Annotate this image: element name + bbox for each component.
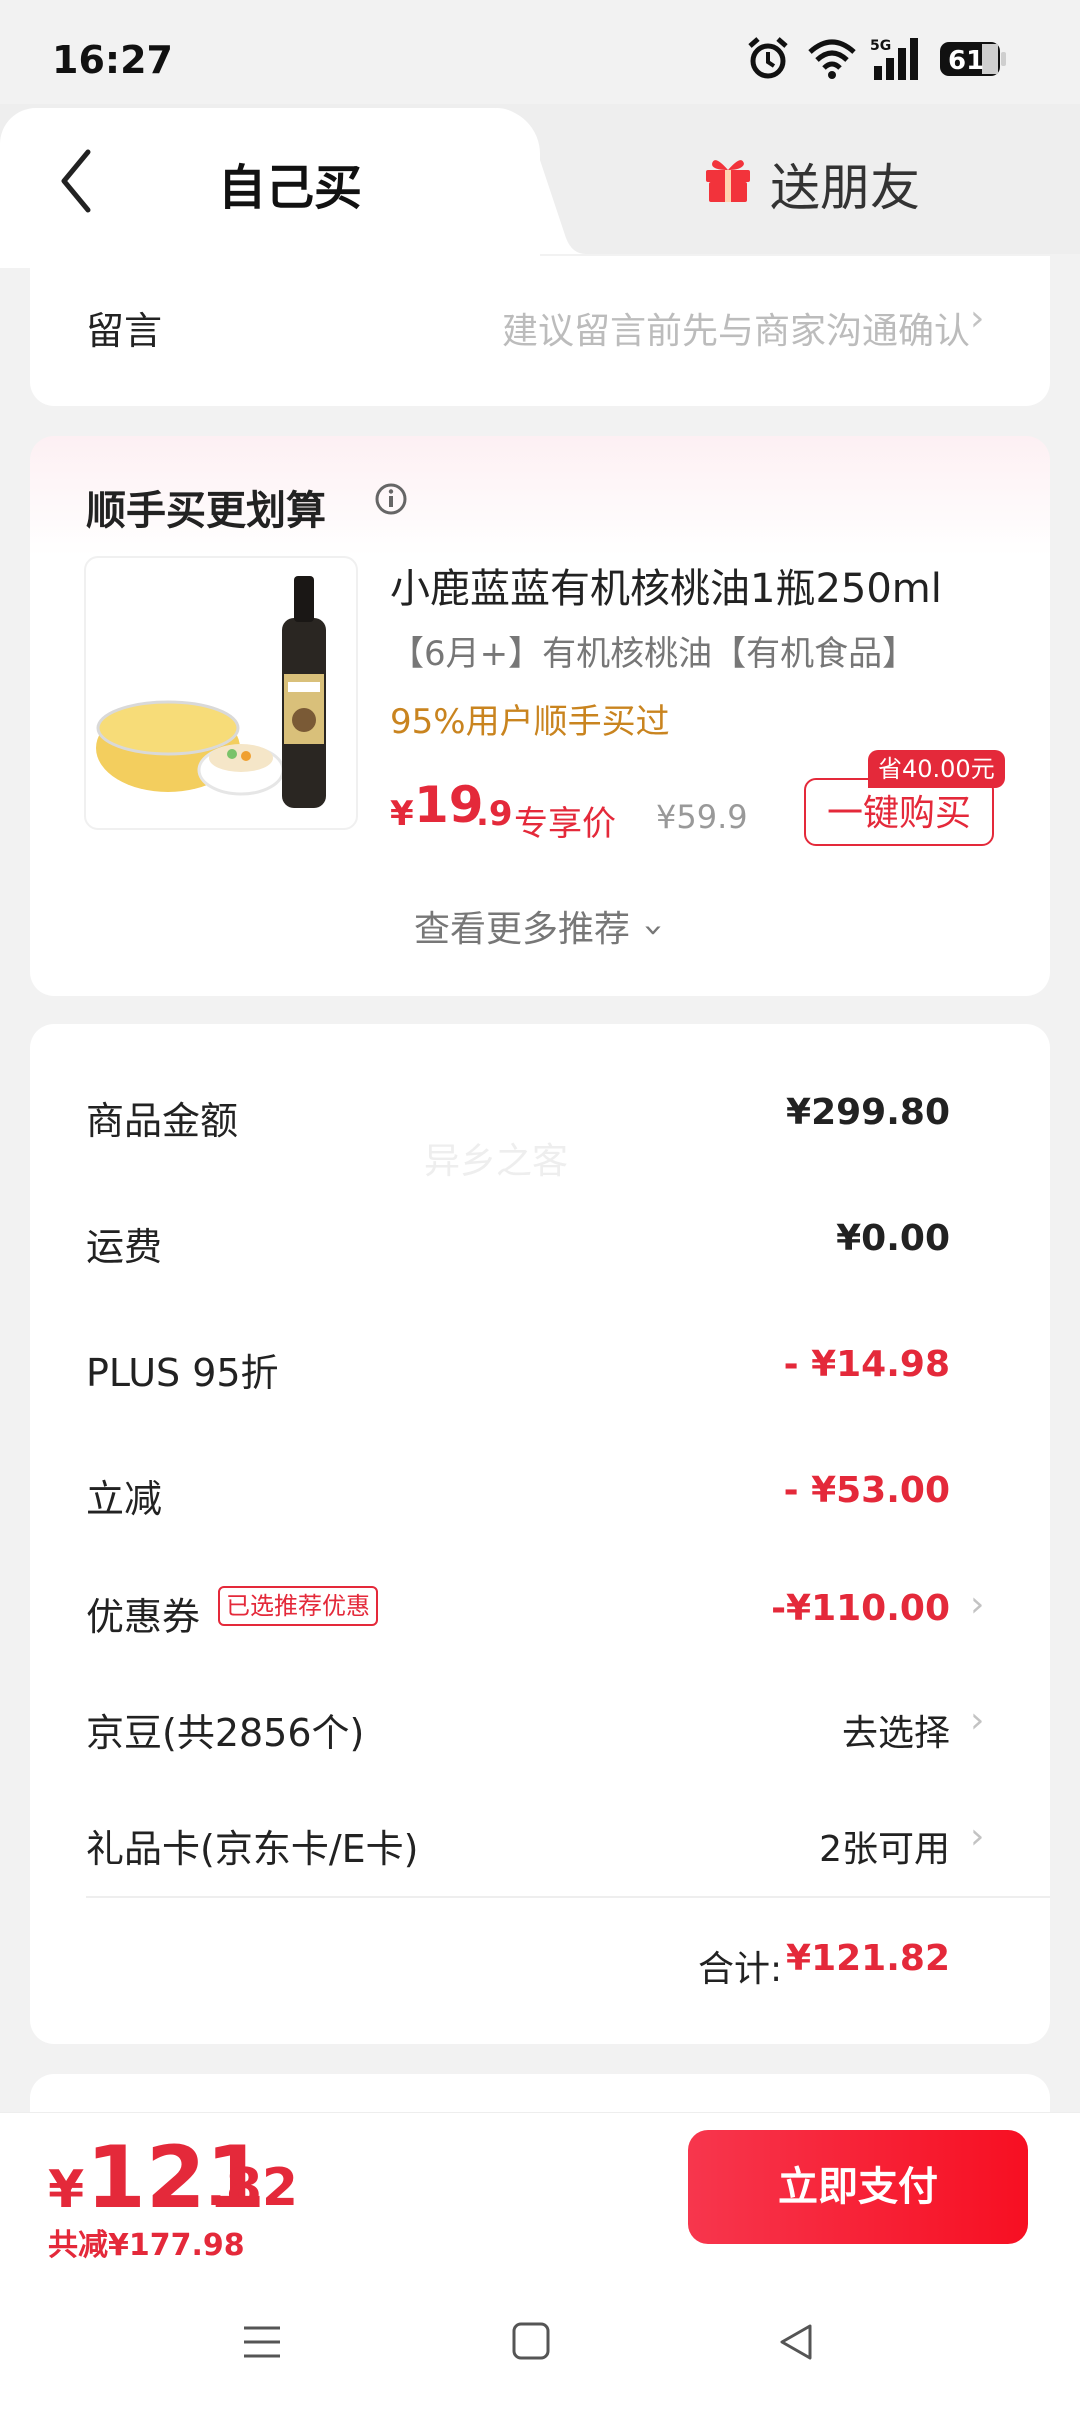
- row-jingdou-value[interactable]: 去选择: [842, 1704, 950, 1756]
- tab-self-label[interactable]: 自己买: [218, 148, 362, 218]
- price-tag: 专享价: [514, 804, 616, 844]
- more-recommend-label: 查看更多推荐: [414, 909, 631, 950]
- battery-icon: 61: [940, 42, 1006, 76]
- gift-icon: [706, 160, 750, 202]
- row-goods-amount-value: ¥299.80: [786, 1092, 950, 1133]
- chevron-right-icon[interactable]: ›: [970, 1816, 984, 1857]
- product-social-proof: 95%用户顺手买过: [390, 702, 670, 742]
- signal-icon: 5G: [870, 38, 918, 80]
- one-click-buy-button[interactable]: 一键购买: [804, 778, 994, 846]
- save-badge: 省40.00元: [868, 750, 1005, 788]
- row-goods-amount-label: 商品金额: [86, 1099, 239, 1143]
- original-price: ¥59.9: [656, 798, 748, 836]
- home-nav-icon[interactable]: [510, 2320, 552, 2362]
- product-tags: 【6月+】有机核桃油【有机食品】: [390, 634, 917, 674]
- total-label: 合计:: [698, 1949, 783, 1990]
- svg-text:5G: 5G: [870, 38, 891, 54]
- bottom-saved: 共减¥177.98: [48, 2228, 245, 2263]
- back-arrow-icon[interactable]: [56, 146, 96, 216]
- row-plus-discount-label: PLUS 95折: [86, 1351, 279, 1395]
- bottom-currency: ¥: [48, 2160, 85, 2220]
- chevron-right-icon: ›: [970, 298, 985, 339]
- row-instant-discount-value: - ¥53.00: [783, 1470, 950, 1511]
- product-image[interactable]: [84, 556, 358, 830]
- row-coupon-value[interactable]: -¥110.00: [771, 1588, 950, 1629]
- product-name[interactable]: 小鹿蓝蓝有机核桃油1瓶250ml: [390, 556, 942, 614]
- pay-now-button[interactable]: 立即支付: [688, 2130, 1028, 2244]
- row-giftcard-label: 礼品卡(京东卡/E卡): [86, 1827, 419, 1871]
- watermark: 异乡之客: [424, 1141, 569, 1182]
- battery-level: 61: [948, 46, 984, 76]
- row-shipping-label: 运费: [86, 1225, 163, 1269]
- wifi-icon: [808, 39, 856, 79]
- row-shipping-value: ¥0.00: [836, 1218, 950, 1259]
- row-instant-discount-label: 立减: [86, 1477, 163, 1521]
- chevron-down-icon: ›: [634, 923, 675, 937]
- bottom-amount-decimal: .82: [206, 2158, 299, 2218]
- tab-self-curve: [496, 108, 586, 254]
- message-label: 留言: [86, 309, 163, 353]
- coupon-selected-badge: 已选推荐优惠: [218, 1586, 378, 1626]
- info-icon[interactable]: [374, 482, 408, 516]
- row-giftcard-value[interactable]: 2张可用: [819, 1820, 950, 1872]
- row-plus-discount-value: - ¥14.98: [783, 1344, 950, 1385]
- status-time: 16:27: [52, 38, 173, 82]
- back-nav-icon[interactable]: [776, 2320, 816, 2364]
- recommend-title: 顺手买更划算: [86, 488, 326, 534]
- price-currency: ¥: [390, 794, 414, 834]
- chevron-right-icon[interactable]: ›: [970, 1700, 984, 1741]
- chevron-right-icon[interactable]: ›: [970, 1584, 984, 1625]
- menu-nav-icon[interactable]: [240, 2320, 284, 2364]
- walnut-oil-illustration: [96, 576, 326, 808]
- total-value: ¥121.82: [786, 1938, 950, 1979]
- divider: [86, 1896, 1050, 1898]
- message-hint[interactable]: 建议留言前先与商家沟通确认: [502, 302, 970, 354]
- price-decimal: .9: [476, 794, 513, 834]
- tab-friend-label[interactable]: 送朋友: [770, 148, 920, 220]
- more-recommend-link[interactable]: 查看更多推荐 ›: [414, 900, 674, 952]
- price-integer: 19: [414, 776, 484, 834]
- alarm-icon: [748, 37, 788, 79]
- row-coupon-label: 优惠券: [86, 1595, 201, 1639]
- row-jingdou-label: 京豆(共2856个): [86, 1711, 365, 1755]
